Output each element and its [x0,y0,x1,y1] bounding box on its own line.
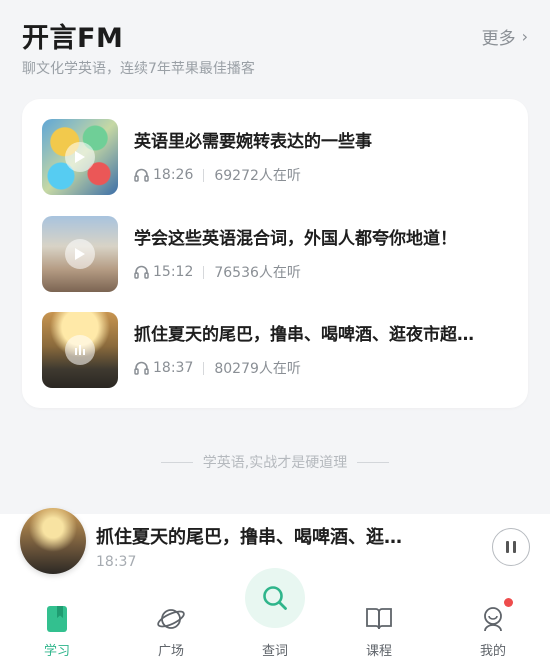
section-subtitle: 聊文化学英语，连续7年苹果最佳播客 [22,61,255,77]
pause-icon [506,541,516,553]
tab-label: 查词 [261,644,288,658]
search-button[interactable] [245,568,305,628]
divider [203,168,205,182]
more-label: 更多 [481,29,516,49]
tab-label: 学习 [43,644,70,658]
episode-item[interactable]: 抓住夏天的尾巴，撸串、喝啤酒、逛夜市超… 18:37 80279人在听 [42,312,512,388]
book-icon [42,604,72,634]
tab-profile[interactable]: 我的 [443,592,543,658]
planet-icon [156,604,186,634]
episode-list-card: 英语里必需要婉转表达的一些事 18:26 69272人在听 学会这些英语混合词，… [22,99,528,408]
tab-label: 课程 [365,644,392,658]
more-link[interactable]: 更多 › [482,24,528,49]
open-book-icon [364,604,394,634]
tab-label: 我的 [479,644,506,658]
slogan: 学英语,实战才是硬道理 [0,452,550,472]
episode-title: 抓住夏天的尾巴，撸串、喝啤酒、逛夜市超… [134,325,474,345]
episode-cover [42,216,118,292]
episode-item[interactable]: 学会这些英语混合词，外国人都夸你地道！ 15:12 76536人在听 [42,216,512,292]
episode-cover [42,119,118,195]
episode-title: 学会这些英语混合词，外国人都夸你地道！ [134,229,457,249]
episode-duration: 18:37 [153,360,194,376]
profile-icon [478,604,508,634]
tab-courses[interactable]: 课程 [329,592,429,658]
play-icon[interactable] [65,239,95,269]
episode-duration: 18:26 [153,167,194,183]
notification-badge [504,598,513,607]
episode-title: 英语里必需要婉转表达的一些事 [134,132,372,152]
episode-meta: 15:12 76536人在听 [134,262,301,282]
episode-item[interactable]: 英语里必需要婉转表达的一些事 18:26 69272人在听 [42,119,512,195]
pause-button[interactable] [492,528,530,566]
headphones-icon [134,265,149,279]
slogan-text: 学英语,实战才是硬道理 [202,455,348,471]
divider [203,265,205,279]
episode-listeners: 69272人在听 [214,168,301,184]
now-playing-title: 抓住夏天的尾巴，撸串、喝啤酒、逛… [96,527,402,548]
tab-study[interactable]: 学习 [7,592,107,658]
episode-listeners: 76536人在听 [214,265,301,281]
play-icon[interactable] [65,142,95,172]
section-header: 开言FM 更多 › 聊文化学英语，连续7年苹果最佳播客 [22,14,528,84]
headphones-icon [134,361,149,375]
tab-label: 广场 [157,644,184,658]
episode-duration: 15:12 [153,264,194,280]
episode-meta: 18:26 69272人在听 [134,165,301,185]
episode-listeners: 80279人在听 [214,361,301,377]
now-playing-time: 18:37 [96,554,137,570]
bottom-tab-bar: 学习 广场 查词 课程 我的 [0,568,550,658]
headphones-icon [134,168,149,182]
now-playing-cover[interactable] [20,508,86,574]
section-title: 开言FM [22,23,124,54]
divider [357,461,390,463]
search-icon [263,586,287,610]
episode-cover [42,312,118,388]
equalizer-icon[interactable] [65,335,95,365]
tab-lookup[interactable]: 查词 [225,568,325,658]
episode-meta: 18:37 80279人在听 [134,358,301,378]
tab-square[interactable]: 广场 [121,592,221,658]
divider [203,361,205,375]
chevron-right-icon: › [521,27,528,46]
divider [160,461,193,463]
